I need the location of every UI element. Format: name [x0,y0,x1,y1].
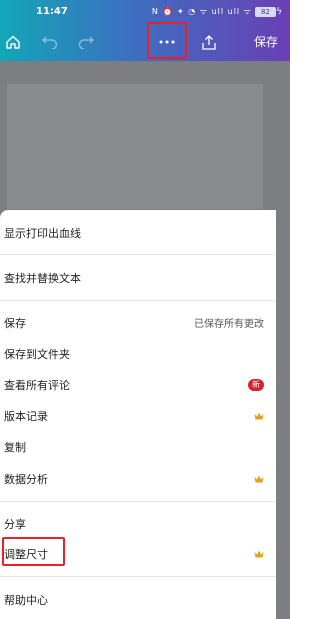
save-button[interactable]: 保存 [254,33,278,50]
menu-item-help-center[interactable]: 帮助中心 [0,584,276,615]
app-header: 11:47 N ⏰ ✦ ◔ ᯤ ull ull ᯤ 82 ϟ 保存 [0,0,290,61]
status-time: 11:47 [36,6,68,17]
menu-item-version-history[interactable]: 版本记录 [0,400,276,431]
menu-item-label: 保存 [4,316,26,330]
crown-icon [254,412,264,419]
crown-icon [254,550,264,557]
undo-icon[interactable] [40,30,60,54]
charging-icon: ϟ [276,7,282,17]
home-icon[interactable] [4,30,22,54]
new-badge: 新 [248,378,264,391]
divider [0,300,276,301]
more-button-highlight [147,22,187,59]
menu-item-copy[interactable]: 复制 [0,431,276,462]
redo-icon[interactable] [76,30,96,54]
menu-item-label: 保存到文件夹 [4,347,70,361]
menu-item-find-replace[interactable]: 查找并替换文本 [0,262,276,293]
menu-item-label: 帮助中心 [4,593,48,607]
menu-item-share[interactable]: 分享 [0,508,276,539]
menu-item-save-to-folder[interactable]: 保存到文件夹 [0,338,276,369]
battery-icon: 82 [255,7,276,17]
menu-item-view-comments[interactable]: 查看所有评论 新 [0,369,276,400]
status-bar: 11:47 N ⏰ ✦ ◔ ᯤ ull ull ᯤ 82 ϟ [0,0,290,24]
divider [0,576,276,577]
divider [0,254,276,255]
design-page-preview [7,84,263,209]
save-status-text: 已保存所有更改 [194,319,264,330]
editor-toolbar: 保存 [0,24,290,61]
menu-item-label: 查看所有评论 [4,378,70,392]
menu-item-print-bleed[interactable]: 显示打印出血线 [0,217,276,248]
menu-item-label: 查找并替换文本 [4,271,81,285]
menu-item-label: 数据分析 [4,472,48,486]
menu-item-label: 版本记录 [4,409,48,423]
status-icons: N ⏰ ✦ ◔ ᯤ ull ull ᯤ [151,7,252,16]
menu-item-save[interactable]: 保存 已保存所有更改 [0,307,276,338]
menu-item-data-analysis[interactable]: 数据分析 [0,463,276,494]
share-upload-icon[interactable] [199,30,219,54]
resize-highlight [2,537,65,566]
menu-item-label: 复制 [4,440,26,454]
divider [0,501,276,502]
menu-item-label: 分享 [4,517,26,531]
crown-icon [254,475,264,482]
menu-item-label: 显示打印出血线 [4,226,81,240]
